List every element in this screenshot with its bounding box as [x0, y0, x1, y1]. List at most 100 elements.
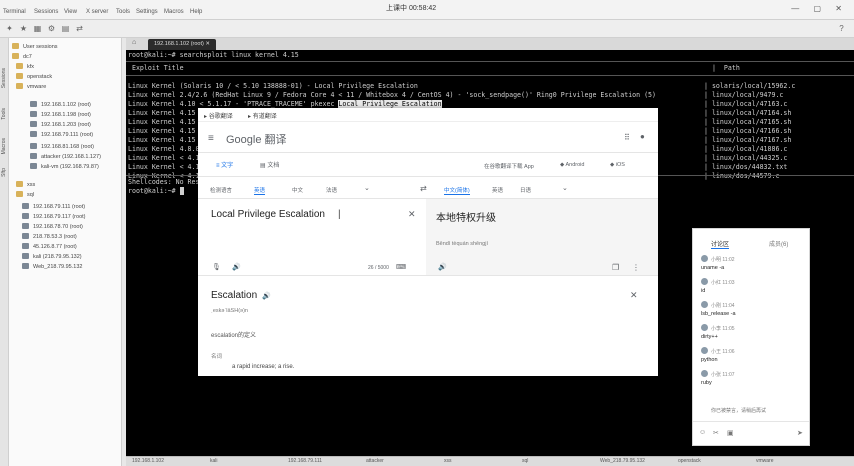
mode-doc-label: 文档 — [267, 163, 280, 169]
session-item[interactable]: sql — [16, 190, 34, 200]
swap-languages-icon[interactable]: ⇄ — [420, 184, 427, 193]
menu-view[interactable]: View — [64, 9, 77, 15]
menu-help[interactable]: Help — [190, 9, 202, 15]
taskbar-session[interactable]: 192.168.79.111 — [288, 458, 322, 464]
session-item[interactable]: attacker (192.168.1.127) — [30, 152, 101, 162]
send-icon[interactable]: ➤ — [797, 429, 803, 437]
side-tab-sessions[interactable]: Sessions — [1, 68, 7, 88]
src-lang-more-icon[interactable]: ⌄ — [364, 184, 370, 192]
session-label: attacker (192.168.1.127) — [41, 154, 101, 160]
toolbar: ✦ ★ ▦ ⚙ ▤ ⇄ ? — [0, 20, 854, 38]
apps-grid-icon[interactable]: ⠿ — [624, 133, 630, 142]
tgt-lang-chinese[interactable]: 中文(简体) — [444, 186, 470, 195]
image-icon[interactable]: ▣ — [727, 429, 734, 437]
tab1-label: 谷歌翻译 — [208, 114, 233, 120]
tgt-lang-more-icon[interactable]: ⌄ — [562, 184, 568, 192]
home-tab-icon[interactable]: ⌂ — [132, 39, 136, 46]
session-item[interactable]: kali-vm (192.168.79.87) — [30, 162, 99, 172]
session-item[interactable]: 192.168.81.168 (root) — [30, 142, 94, 152]
taskbar-session[interactable]: openstack — [678, 458, 701, 464]
split-icon[interactable]: ▦ — [32, 23, 43, 34]
terminal-tab[interactable]: 192.168.1.102 (root) ✕ — [148, 39, 216, 50]
star-icon[interactable]: ★ — [18, 23, 29, 34]
taskbar-session[interactable]: sql — [522, 458, 528, 464]
menu-settings[interactable]: Settings — [136, 9, 158, 15]
menu-macros[interactable]: Macros — [164, 9, 184, 15]
session-item[interactable]: kali (218.79.95.132) — [22, 252, 82, 262]
dict-part-of-speech: 名词 — [211, 354, 223, 360]
divider — [198, 152, 658, 153]
session-item[interactable]: 192.168.79.117 (root) — [22, 212, 86, 222]
multi-exec-icon[interactable]: ▤ — [60, 23, 71, 34]
session-item[interactable]: 218.78.53.3 (root) — [22, 232, 77, 242]
speaker-icon[interactable]: 🔊 — [232, 263, 241, 271]
src-lang-english[interactable]: 英语 — [254, 186, 266, 195]
new-session-icon[interactable]: ✦ — [4, 23, 15, 34]
microphone-icon[interactable]: 🎙 — [212, 263, 221, 271]
taskbar-session[interactable]: 192.168.1.102 — [132, 458, 164, 464]
menu-xserver[interactable]: X server — [86, 9, 108, 15]
taskbar-session[interactable]: Web_218.79.95.132 — [600, 458, 645, 464]
side-tab-macros[interactable]: Macros — [1, 138, 7, 154]
window-controls[interactable]: — ▢ ✕ — [791, 4, 848, 13]
session-label: 192.168.79.111 (root) — [33, 204, 86, 210]
keyboard-icon[interactable]: ⌨ — [396, 263, 406, 271]
android-link[interactable]: ◆ Android — [560, 162, 584, 168]
taskbar-session[interactable]: xss — [444, 458, 452, 464]
session-item[interactable]: 192.168.1.102 (root) — [30, 100, 91, 110]
taskbar-session[interactable]: vmware — [756, 458, 774, 464]
tgt-lang-japanese[interactable]: 日语 — [520, 186, 531, 194]
emoji-icon[interactable]: ☺ — [699, 429, 706, 436]
session-item[interactable]: 192.168.79.111 (root) — [30, 130, 93, 140]
menu-sessions[interactable]: Sessions — [34, 9, 58, 15]
session-item[interactable]: Web_218.79.95.132 — [22, 262, 82, 272]
session-item[interactable]: 192.168.78.70 (root) — [22, 222, 83, 232]
exploit-title-text: Linux Kernel 4.10 < 5.1.17 - 'PTRACE_TRA… — [128, 100, 339, 108]
scissors-icon[interactable]: ✂ — [713, 429, 719, 437]
hamburger-icon[interactable]: ≡ — [208, 133, 214, 144]
terminal-icon — [22, 233, 29, 239]
copy-icon[interactable]: ❐ — [612, 263, 619, 272]
ios-link[interactable]: ◆ iOS — [610, 162, 625, 168]
session-item[interactable]: 192.168.1.198 (root) — [30, 110, 91, 120]
mode-text-button[interactable]: ≡ 文字 — [216, 160, 233, 169]
mode-doc-button[interactable]: ▤ 文档 — [260, 160, 279, 169]
tools-icon[interactable]: ⚙ — [46, 23, 57, 34]
clear-text-icon[interactable]: ✕ — [408, 209, 416, 220]
tgt-lang-english[interactable]: 英语 — [492, 186, 503, 194]
taskbar-session[interactable]: attacker — [366, 458, 384, 464]
taskbar-session[interactable]: kali — [210, 458, 218, 464]
session-item[interactable]: 192.168.79.111 (root) — [22, 202, 85, 212]
session-item[interactable]: vmware — [16, 82, 46, 92]
folder-icon — [16, 181, 23, 187]
session-item[interactable]: dc7 — [12, 52, 32, 62]
tab-google-translate[interactable]: ▸ 谷歌翻译 — [204, 111, 233, 120]
target-speaker-icon[interactable]: 🔊 — [438, 263, 447, 271]
session-item[interactable]: 192.168.1.203 (root) — [30, 120, 91, 130]
tab-members[interactable]: 成员(6) — [769, 239, 788, 248]
session-item[interactable]: xss — [16, 180, 35, 190]
session-item[interactable]: kfx — [16, 62, 34, 72]
side-tab-sftp[interactable]: Sftp — [1, 168, 7, 177]
account-icon[interactable]: ● — [640, 132, 645, 141]
session-item[interactable]: 45.126.8.77 (root) — [22, 242, 77, 252]
dict-close-icon[interactable]: ✕ — [630, 290, 638, 301]
more-options-icon[interactable]: ⋮ — [632, 263, 640, 272]
session-label: openstack — [27, 74, 53, 80]
author-name: 小红 11:03 — [711, 280, 735, 286]
src-lang-french[interactable]: 法语 — [326, 186, 337, 194]
help-icon[interactable]: ? — [836, 23, 847, 34]
menu-tools[interactable]: Tools — [116, 9, 130, 15]
author-name: 小李 11:05 — [711, 326, 735, 332]
tab-youdao-translate[interactable]: ▸ 有道翻译 — [248, 111, 277, 120]
session-item[interactable]: openstack — [16, 72, 52, 82]
src-lang-detect[interactable]: 检测语言 — [210, 186, 232, 194]
tunnel-icon[interactable]: ⇄ — [74, 23, 85, 34]
session-item[interactable]: User sessions — [12, 42, 58, 52]
source-text-area[interactable]: Local Privilege Escalation | ✕ 🎙 🔊 26 / … — [198, 199, 426, 275]
menu-terminal[interactable]: Terminal — [3, 9, 26, 15]
dict-speaker-icon[interactable]: 🔊 — [262, 292, 271, 300]
src-lang-chinese[interactable]: 中文 — [292, 186, 303, 194]
tab-discussion[interactable]: 讨论区 — [711, 239, 730, 249]
side-tab-tools[interactable]: Tools — [1, 108, 7, 120]
